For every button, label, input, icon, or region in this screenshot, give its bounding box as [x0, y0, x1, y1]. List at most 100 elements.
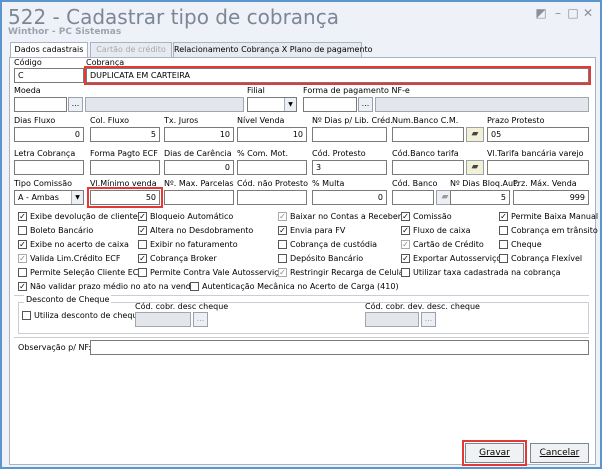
checkbox-label: Cheque — [511, 240, 542, 249]
checkbox-fluxo-caixa[interactable]: ✓ Fluxo de caixa — [401, 225, 471, 236]
checkbox-altera-desdobramento[interactable]: ✓ Altera no Desdobramento — [138, 225, 253, 236]
checkbox-label: Exibe devolução de cliente — [30, 212, 138, 221]
cod-cobr-dev-desc-cheque-input[interactable] — [365, 312, 419, 327]
nro-dias-lib-input[interactable] — [312, 127, 387, 142]
checkbox-cobranca-custodia[interactable]: Cobrança de custódia — [278, 239, 377, 250]
chevron-down-icon[interactable]: ▼ — [71, 191, 83, 204]
num-banco-cm-input[interactable] — [392, 127, 464, 142]
check-icon[interactable]: ✓ — [138, 226, 147, 235]
check-icon[interactable]: ✓ — [401, 226, 410, 235]
dias-bloq-aut-input[interactable]: 5 — [450, 190, 510, 205]
moeda-input[interactable] — [14, 97, 67, 112]
checkbox-comissao[interactable]: ✓ Comissão — [401, 211, 452, 222]
restore-icon[interactable]: ◩ — [534, 6, 548, 20]
prz-max-venda-input[interactable]: 999 — [513, 190, 589, 205]
dias-fluxo-input[interactable]: 0 — [14, 127, 84, 142]
checkbox-exibe-devolucao[interactable]: ✓ Exibe devolução de cliente — [18, 211, 138, 222]
observacao-input[interactable] — [90, 340, 589, 355]
folder-icon[interactable]: ▰ — [466, 160, 484, 175]
cod-cobr-desc-cheque-input[interactable] — [135, 312, 191, 327]
check-icon[interactable]: ✓ — [138, 254, 147, 263]
check-icon[interactable]: ✓ — [401, 212, 410, 221]
checkbox-exportar-autosservico[interactable]: ✓ Exportar Autosserviço — [401, 253, 501, 264]
cod-protesto-input[interactable]: 3 — [312, 160, 387, 175]
checkbox-boleto-bancario[interactable]: Boleto Bancário — [18, 225, 93, 236]
check-icon[interactable]: ✓ — [499, 212, 508, 221]
checkbox-label: Permite Contra Vale Autosserviço — [150, 268, 284, 277]
check-icon[interactable]: ✓ — [138, 212, 147, 221]
tab-cartao-credito[interactable]: Cartão de crédito — [90, 42, 172, 57]
forma-pag-nfe-search-button[interactable]: ... — [358, 97, 373, 112]
checkbox-cobranca-broker[interactable]: ✓ Cobrança Broker — [138, 253, 217, 264]
vl-minimo-venda-label: Vl.Mínimo venda — [90, 179, 157, 188]
close-icon[interactable]: ✕ — [581, 6, 595, 20]
maximize-icon[interactable]: □ — [566, 6, 580, 20]
checkbox-cheque[interactable]: Cheque — [499, 239, 542, 250]
num-banco-cm-label: Num.Banco C.M. — [392, 116, 459, 125]
cod-banco-tarifa-input[interactable] — [392, 160, 464, 175]
checkbox-autenticacao-mecanica[interactable]: Autenticação Mecânica no Acerto de Carga… — [190, 281, 399, 292]
check-icon[interactable]: ✓ — [278, 226, 287, 235]
cobranca-label: Cobrança — [86, 58, 125, 67]
chevron-down-icon[interactable]: ▼ — [284, 98, 296, 111]
checkbox-bloqueio-automatico[interactable]: ✓ Bloqueio Automático — [138, 211, 233, 222]
checkbox-permite-baixa-manual[interactable]: ✓ Permite Baixa Manual — [499, 211, 598, 222]
check-icon[interactable]: ✓ — [18, 212, 27, 221]
letra-cobranca-input[interactable] — [14, 160, 84, 175]
col-fluxo-input[interactable]: 5 — [90, 127, 160, 142]
tipo-comissao-select[interactable]: A - Ambas ▼ — [14, 190, 84, 205]
cod-banco-input[interactable] — [392, 190, 434, 205]
checkbox-baixar-contas-receber[interactable]: ✓ Baixar no Contas a Receber — [278, 211, 401, 222]
checkbox-cobranca-flexivel[interactable]: Cobrança Flexível — [499, 253, 582, 264]
filial-select[interactable]: ▼ — [247, 97, 297, 112]
max-parcelas-input[interactable] — [164, 190, 234, 205]
multa-input[interactable]: 0 — [312, 190, 387, 205]
prazo-protesto-input[interactable]: 05 — [487, 127, 589, 142]
minimize-icon[interactable]: – — [551, 6, 565, 20]
tab-relacionamento-cobranca[interactable]: Relacionamento Cobrança X Plano de pagam… — [173, 42, 373, 57]
check-icon[interactable]: ✓ — [401, 254, 410, 263]
cancelar-button[interactable]: Cancelar — [530, 443, 589, 463]
nivel-venda-label: Nível Venda — [237, 116, 285, 125]
title-bar: 522 - Cadastrar tipo de cobrança Winthor… — [2, 2, 600, 40]
checkbox-deposito-bancario[interactable]: Depósito Bancário — [278, 253, 363, 264]
col-fluxo-label: Col. Fluxo — [90, 116, 130, 125]
com-mot-input[interactable] — [237, 160, 307, 175]
vl-tarifa-input[interactable] — [487, 160, 589, 175]
checkbox-nao-validar-prazo[interactable]: ✓ Não validar prazo médio no ato na venda — [18, 281, 196, 292]
forma-pag-nfe-input[interactable] — [303, 97, 357, 112]
check-icon[interactable]: ✓ — [278, 268, 287, 277]
check-icon[interactable]: ✓ — [401, 240, 410, 249]
checkbox-cartao-credito[interactable]: ✓ Cartão de Crédito — [401, 239, 484, 250]
checkbox-utiliza-desconto-cheque[interactable]: Utiliza desconto de cheque — [22, 310, 142, 321]
forma-pagto-ecf-input[interactable] — [90, 160, 160, 175]
cobranca-input[interactable]: DUPLICATA EM CARTEIRA — [84, 66, 591, 85]
codigo-input[interactable]: C — [14, 68, 84, 83]
cod-cobr-dev-desc-cheque-search-button[interactable]: ... — [421, 312, 436, 327]
checkbox-permite-contra-vale[interactable]: Permite Contra Vale Autosserviço — [138, 267, 283, 278]
checkbox-label: Utilizar taxa cadastrada na cobrança — [413, 268, 561, 277]
check-icon[interactable]: ✓ — [18, 282, 27, 291]
gravar-button[interactable]: Gravar — [462, 440, 527, 466]
checkbox-exibe-acerto-caixa[interactable]: ✓ Exibe no acerto de caixa — [18, 239, 129, 250]
cod-nao-protesto-input[interactable] — [237, 190, 307, 205]
checkbox-envia-fv[interactable]: ✓ Envia para FV — [278, 225, 345, 236]
checkbox-permite-selecao-cliente[interactable]: Permite Seleção Cliente ECF — [18, 267, 143, 278]
check-icon[interactable]: ✓ — [18, 240, 27, 249]
tab-dados-cadastrais[interactable]: Dados cadastrais — [10, 42, 88, 58]
moeda-search-button[interactable]: ... — [68, 97, 83, 112]
checkbox-utilizar-taxa[interactable]: Utilizar taxa cadastrada na cobrança — [401, 267, 561, 278]
folder-icon[interactable]: ▰ — [466, 127, 484, 142]
dias-carencia-input[interactable]: 0 — [164, 160, 234, 175]
check-icon[interactable]: ✓ — [18, 254, 27, 263]
vl-minimo-venda-input[interactable]: 50 — [87, 187, 163, 208]
checkbox-restringir-recarga[interactable]: ✓ Restringir Recarga de Celular — [278, 267, 407, 278]
tx-juros-input[interactable]: 10 — [164, 127, 234, 142]
checkbox-cobranca-transito[interactable]: Cobrança em trânsito — [499, 225, 598, 236]
cod-cobr-desc-cheque-search-button[interactable]: ... — [193, 312, 208, 327]
checkbox-valida-lim-credito[interactable]: ✓ Valida Lim.Crédito ECF — [18, 253, 120, 264]
checkbox-exibir-faturamento[interactable]: Exibir no faturamento — [138, 239, 238, 250]
nivel-venda-input[interactable]: 10 — [237, 127, 307, 142]
check-icon[interactable]: ✓ — [278, 212, 287, 221]
codigo-label: Código — [14, 58, 42, 67]
